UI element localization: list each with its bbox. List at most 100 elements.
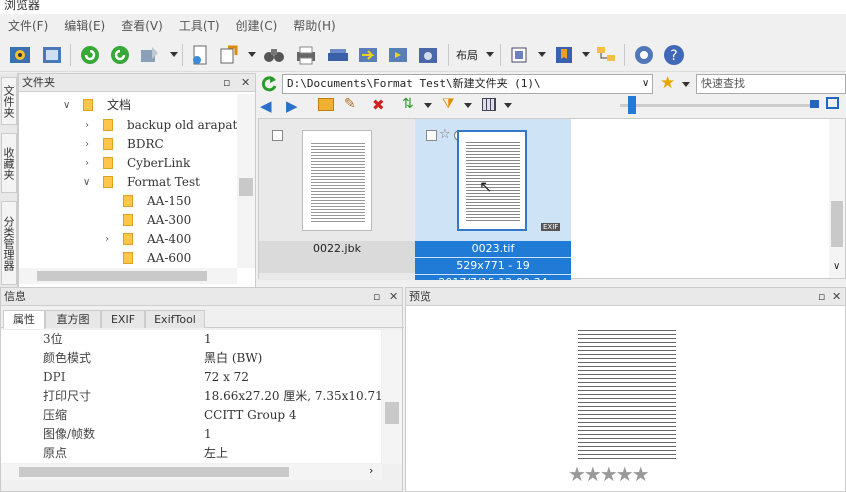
help-icon[interactable]: ?: [662, 43, 686, 67]
chevron-down-icon[interactable]: ∨: [83, 173, 90, 192]
tree-item[interactable]: › backup old arapate: [85, 116, 244, 135]
chevron-right-icon[interactable]: ›: [105, 230, 109, 249]
batch-icon[interactable]: [508, 43, 532, 67]
back-icon[interactable]: ◀: [260, 97, 272, 115]
chevron-right-icon[interactable]: ›: [369, 464, 373, 477]
menu-view[interactable]: 查看(V): [113, 14, 171, 38]
rotate-left-icon[interactable]: [78, 43, 102, 67]
slideshow-icon[interactable]: [386, 43, 410, 67]
chevron-down-icon[interactable]: ∨: [642, 78, 649, 89]
chevron-right-icon[interactable]: ›: [85, 135, 89, 154]
favorite-dropdown-icon[interactable]: [682, 82, 690, 87]
star-outline-icon[interactable]: ☆: [439, 127, 451, 142]
thumbnail-filename: 0022.jbk: [259, 241, 415, 257]
rating-stars[interactable]: ★★★★★: [568, 462, 650, 486]
search-input[interactable]: 快速查找: [696, 74, 846, 94]
folder-icon: [123, 233, 133, 245]
close-icon[interactable]: ✕: [832, 288, 841, 306]
menu-create[interactable]: 创建(C): [228, 14, 286, 38]
menu-file[interactable]: 文件(F): [0, 14, 56, 38]
favorites-dropdown-icon[interactable]: [582, 52, 590, 57]
chevron-right-icon[interactable]: ›: [85, 154, 89, 173]
chevron-down-icon[interactable]: ∨: [833, 261, 840, 272]
favorites-icon[interactable]: [552, 43, 576, 67]
find-icon[interactable]: [262, 43, 286, 67]
fullscreen-icon[interactable]: [40, 43, 64, 67]
sort-icon[interactable]: ⇅: [402, 96, 414, 112]
tab-favorites[interactable]: 收藏夹: [1, 133, 17, 193]
properties-hscroll[interactable]: ›: [1, 464, 382, 480]
adjust-image-icon[interactable]: [138, 43, 162, 67]
address-bar: D:\Documents\Format Test\新建文件夹 (1)\ ∨ ★ …: [258, 73, 846, 95]
folders-vscroll[interactable]: [237, 94, 255, 268]
scan-icon[interactable]: [326, 43, 350, 67]
view-mode-dropdown-icon[interactable]: [504, 103, 512, 108]
close-icon[interactable]: ✕: [241, 74, 250, 92]
delete-icon[interactable]: ✖: [372, 96, 385, 114]
property-row: 颜色模式 黑白 (BW): [1, 349, 381, 368]
print-icon[interactable]: [294, 43, 318, 67]
adjust-dropdown-icon[interactable]: [170, 52, 178, 57]
tree-item[interactable]: AA-300: [105, 211, 191, 230]
slider-handle[interactable]: [628, 96, 636, 114]
toolbar: 布局 ?: [0, 38, 846, 72]
properties-vscroll[interactable]: [382, 330, 402, 464]
layout-dropdown-icon[interactable]: [486, 52, 494, 57]
view-mode-icon[interactable]: [482, 98, 496, 111]
filter-dropdown-icon[interactable]: [464, 103, 472, 108]
copy-to-icon[interactable]: [218, 43, 242, 67]
tree-item[interactable]: › CyberLink: [85, 154, 190, 173]
tab-properties[interactable]: 属性: [3, 310, 45, 329]
address-input[interactable]: D:\Documents\Format Test\新建文件夹 (1)\: [282, 74, 653, 94]
layout-button[interactable]: 布局: [456, 47, 478, 63]
menu-tools[interactable]: 工具(T): [171, 14, 228, 38]
sort-dropdown-icon[interactable]: [424, 103, 432, 108]
thumbnail-card-selected[interactable]: ☆ ↖ EXIF 0023.tif 529x771 - 19 2017/7/15…: [415, 119, 571, 280]
thumbnail-size-slider[interactable]: [620, 104, 810, 107]
rotate-right-icon[interactable]: [108, 43, 132, 67]
large-thumb-icon[interactable]: [826, 97, 839, 109]
tab-exiftool[interactable]: ExifTool: [145, 310, 205, 328]
star-icon[interactable]: ★: [660, 73, 675, 93]
tree-item[interactable]: › BDRC: [85, 135, 164, 154]
checkbox[interactable]: [426, 130, 437, 141]
folder-icon: [123, 252, 133, 264]
pin-icon[interactable]: ▫: [818, 288, 825, 306]
pin-icon[interactable]: ▫: [373, 288, 380, 306]
small-thumb-icon[interactable]: [810, 100, 819, 108]
close-icon[interactable]: ✕: [389, 288, 398, 306]
refresh-icon[interactable]: [260, 75, 278, 93]
tree-item[interactable]: AA-150: [105, 192, 191, 211]
filter-icon[interactable]: ⧩: [442, 96, 455, 112]
tab-exif[interactable]: EXIF: [101, 310, 145, 328]
chevron-right-icon[interactable]: ›: [85, 116, 89, 135]
forward-icon[interactable]: ▶: [286, 97, 298, 115]
new-folder-icon[interactable]: [318, 98, 334, 111]
thumbnail-card[interactable]: 0022.jbk: [259, 119, 415, 280]
pin-icon[interactable]: ▫: [223, 74, 230, 92]
tree-item-format-test[interactable]: ∨ Format Test: [83, 173, 200, 192]
folder-icon: [103, 138, 113, 150]
menu-edit[interactable]: 编辑(E): [56, 14, 113, 38]
tab-folders[interactable]: 文件夹: [1, 77, 17, 125]
checkbox[interactable]: [272, 130, 283, 141]
folders-hscroll[interactable]: [19, 268, 237, 284]
tree-item-documents[interactable]: ∨ 文档: [63, 96, 131, 115]
tab-histogram[interactable]: 直方图: [45, 310, 101, 328]
thumbnail-vscroll[interactable]: ∨: [829, 119, 845, 278]
folder-tree-icon[interactable]: [594, 43, 618, 67]
move-to-icon[interactable]: [356, 43, 380, 67]
settings-icon[interactable]: [632, 43, 656, 67]
thumbnail-area: 0022.jbk ☆ ↖ EXIF 0023.tif 529x771 - 19 …: [258, 118, 846, 280]
tree-item[interactable]: › AA-400: [105, 230, 191, 249]
rename-icon[interactable]: ✎: [344, 96, 356, 112]
copy-dropdown-icon[interactable]: [248, 52, 256, 57]
properties-icon[interactable]: [188, 43, 212, 67]
chevron-down-icon[interactable]: ∨: [63, 96, 70, 115]
tab-categories[interactable]: 分类管理器: [1, 201, 17, 285]
batch-dropdown-icon[interactable]: [538, 52, 546, 57]
capture-icon[interactable]: [416, 43, 440, 67]
tree-item[interactable]: AA-600: [105, 249, 191, 268]
menu-help[interactable]: 帮助(H): [285, 14, 343, 38]
view-image-icon[interactable]: [8, 43, 32, 67]
